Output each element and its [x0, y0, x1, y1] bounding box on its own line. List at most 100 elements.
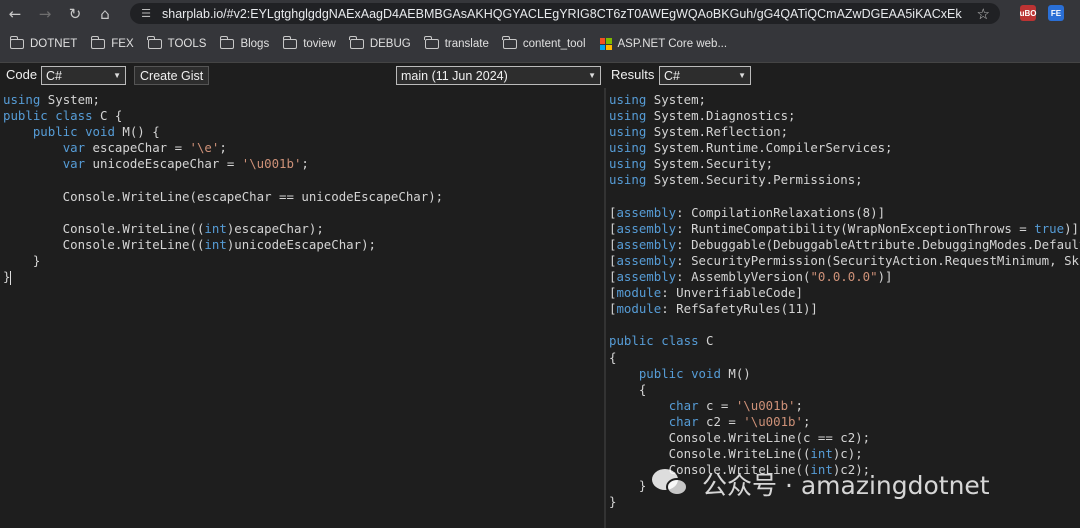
- bookmark-label: Blogs: [240, 38, 270, 50]
- text-cursor: [10, 270, 12, 285]
- code-token: true: [1034, 220, 1065, 236]
- bookmark-tools[interactable]: TOOLS: [147, 36, 206, 50]
- url-text[interactable]: sharplab.io/#v2:EYLgtghglgdgNAExAagD4AEB…: [162, 7, 962, 21]
- code-line: }: [3, 253, 443, 269]
- code-token: ;: [802, 413, 811, 429]
- code-token: using: [609, 124, 647, 140]
- code-token: ;: [219, 140, 227, 156]
- code-token: : AssemblyVersion(: [676, 269, 811, 285]
- ublock-extension-icon[interactable]: uBO: [1020, 5, 1036, 21]
- branch-value: main (11 Jun 2024): [401, 68, 508, 83]
- code-line: Console.WriteLine((int)c);: [609, 446, 1080, 462]
- code-line: var unicodeEscapeChar = '\u001b';: [3, 156, 443, 172]
- code-line: using System.Runtime.CompilerServices;: [609, 140, 1080, 156]
- results-pane[interactable]: using System; using System.Diagnostics; us…: [606, 88, 1080, 528]
- code-token: C {: [92, 108, 123, 124]
- code-line: char c2 = '\u001b';: [609, 414, 1080, 430]
- source-code[interactable]: using System; public class C { public voi…: [3, 92, 443, 285]
- decompiled-code[interactable]: using System; using System.Diagnostics; us…: [609, 92, 1080, 510]
- code-token: escapeChar =: [85, 140, 190, 156]
- forward-arrow-icon[interactable]: →: [30, 0, 60, 28]
- code-line: Console.WriteLine((int)escapeChar);: [3, 221, 443, 237]
- code-token: unicodeEscapeChar =: [85, 156, 242, 172]
- bookmark-translate[interactable]: translate: [424, 36, 489, 50]
- bookmark-toview[interactable]: toview: [282, 36, 336, 50]
- bookmark-aspnet-core[interactable]: ASP.NET Core web...: [599, 38, 727, 50]
- code-editor[interactable]: using System; public class C { public voi…: [0, 88, 604, 528]
- folder-icon: [502, 36, 517, 49]
- code-token: var: [62, 156, 86, 172]
- code-token: void: [85, 124, 115, 140]
- code-line: [module: RefSafetyRules(11)]: [609, 301, 1080, 317]
- code-token: using: [609, 92, 647, 107]
- code-token: c =: [698, 397, 736, 413]
- code-token: int: [204, 236, 227, 252]
- bookmark-dotnet[interactable]: DOTNET: [9, 36, 78, 50]
- bookmark-debug[interactable]: DEBUG: [349, 36, 411, 50]
- create-gist-button[interactable]: Create Gist: [134, 66, 210, 85]
- code-token: M(): [720, 365, 751, 381]
- code-line: using System.Security;: [609, 156, 1080, 172]
- code-token: System;: [646, 92, 706, 107]
- code-line: using System;: [3, 92, 443, 108]
- code-line: Console.WriteLine(escapeChar == unicodeE…: [3, 189, 443, 205]
- bookmark-label: DOTNET: [30, 38, 78, 50]
- code-token: "0.0.0.0": [810, 269, 878, 285]
- folder-icon: [90, 36, 106, 49]
- code-token: ;: [795, 397, 803, 413]
- folder-icon: [424, 36, 439, 49]
- bookmark-blogs[interactable]: Blogs: [219, 36, 270, 50]
- folder-icon: [219, 36, 235, 49]
- code-token: using: [609, 172, 647, 188]
- wechat-watermark: 公众号 · amazingdotnet: [652, 466, 990, 502]
- code-line: {: [609, 350, 1080, 366]
- chevron-down-icon: ▼: [113, 71, 121, 80]
- code-line: [assembly: RuntimeCompatibility(WrapNonE…: [609, 221, 1080, 237]
- code-token: assembly: [616, 269, 677, 285]
- code-token: ;: [301, 156, 309, 172]
- code-line: using System.Security.Permissions;: [609, 172, 1080, 188]
- results-language-select[interactable]: C# ▼: [659, 66, 751, 85]
- bookmark-fex[interactable]: FEX: [90, 36, 134, 50]
- code-token: c2 =: [698, 413, 744, 429]
- reload-icon[interactable]: ↻: [60, 0, 90, 28]
- code-token: )]: [877, 269, 893, 285]
- code-token: {: [609, 381, 647, 397]
- address-bar[interactable]: ☰ sharplab.io/#v2:EYLgtghglgdgNAExAagD4A…: [130, 3, 1000, 24]
- browser-chrome: ← → ↻ ⌂ ☰ sharplab.io/#v2:EYLgtghglgdgNA…: [0, 0, 1080, 62]
- code-token: : UnverifiableCode]: [661, 285, 803, 301]
- code-token: System.Security.Permissions;: [646, 172, 863, 188]
- results-label: Results: [611, 67, 655, 82]
- wechat-icon: [652, 469, 690, 499]
- bookmark-star-icon[interactable]: ☆: [977, 5, 990, 23]
- code-token: Console.WriteLine(escapeChar == unicodeE…: [3, 188, 444, 204]
- back-arrow-icon[interactable]: ←: [0, 0, 30, 28]
- code-token: '\u001b': [743, 413, 803, 429]
- site-settings-icon[interactable]: ☰: [138, 6, 154, 22]
- fe-extension-icon[interactable]: FE: [1048, 5, 1064, 21]
- code-token: }: [3, 252, 41, 268]
- code-token: System.Diagnostics;: [646, 108, 796, 124]
- home-icon[interactable]: ⌂: [90, 0, 120, 28]
- code-line: [assembly: SecurityPermission(SecurityAc…: [609, 253, 1080, 269]
- branch-select[interactable]: main (11 Jun 2024) ▼: [396, 66, 601, 85]
- code-token: C: [698, 333, 714, 349]
- folder-icon: [349, 36, 364, 49]
- code-token: Console.WriteLine((: [3, 236, 205, 252]
- code-line: char c = '\u001b';: [609, 398, 1080, 414]
- code-token: : Debuggable(DebuggableAttribute.Debuggi…: [676, 236, 1080, 252]
- code-token: var: [62, 140, 86, 156]
- bookmark-content-tool[interactable]: content_tool: [502, 36, 586, 50]
- code-line: [assembly: CompilationRelaxations(8)]: [609, 205, 1080, 221]
- code-token: {: [609, 349, 617, 365]
- code-line: public void M(): [609, 366, 1080, 382]
- code-language-select[interactable]: C# ▼: [41, 66, 126, 85]
- code-token: M() {: [114, 124, 160, 140]
- chevron-down-icon: ▼: [738, 71, 746, 80]
